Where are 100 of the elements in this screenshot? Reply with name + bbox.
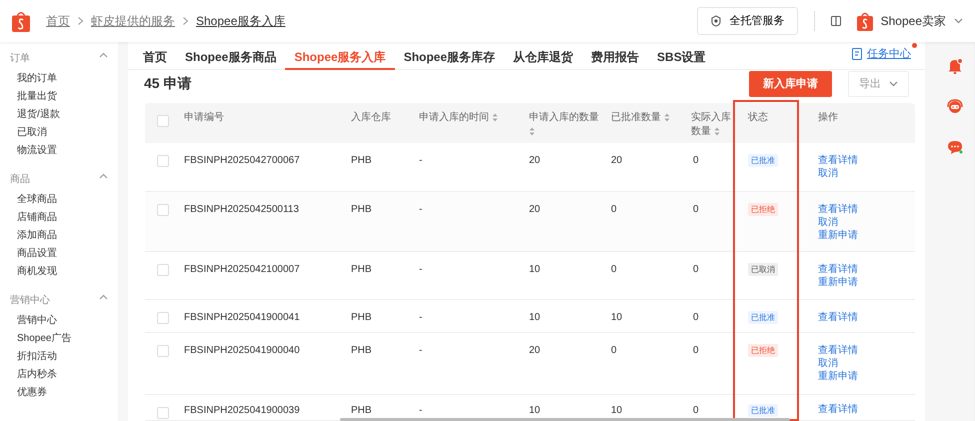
status-tag: 已取消 bbox=[748, 263, 778, 276]
action-link[interactable]: 查看详情 bbox=[818, 403, 903, 416]
tab[interactable]: 从仓库退货 bbox=[504, 42, 582, 70]
new-request-button[interactable]: 新入库申请 bbox=[749, 70, 832, 96]
book-icon[interactable] bbox=[830, 16, 841, 26]
sidebar-item[interactable]: 退货/退款 bbox=[0, 105, 118, 123]
table-cell-text: - bbox=[418, 344, 424, 358]
checkbox[interactable] bbox=[157, 345, 169, 357]
sort-icon[interactable] bbox=[529, 126, 535, 136]
checkbox[interactable] bbox=[157, 115, 169, 127]
table-cell-text: - bbox=[418, 203, 424, 217]
sidebar-section-title: 营销中心 bbox=[10, 294, 50, 307]
chevron-down-icon[interactable] bbox=[954, 18, 963, 24]
table-cell-text: 10 bbox=[610, 404, 624, 418]
action-link[interactable]: 查看详情 bbox=[818, 203, 903, 216]
table-cell-text: FBSINPH2025042100007 bbox=[183, 263, 301, 277]
table-cell-text: 0 bbox=[610, 203, 618, 217]
task-center-link[interactable]: 任务中心 bbox=[852, 46, 911, 62]
breadcrumb-link[interactable]: 虾皮提供的服务 bbox=[91, 12, 175, 30]
sidebar-item[interactable]: 我的订单 bbox=[0, 69, 118, 87]
column-header: 实际入库数量 bbox=[690, 110, 732, 139]
robot-headset-icon[interactable] bbox=[946, 98, 964, 116]
breadcrumb-link[interactable]: Shopee服务入库 bbox=[196, 12, 286, 30]
request-count: 45 申请 bbox=[144, 74, 192, 93]
chevron-up-icon[interactable] bbox=[99, 294, 108, 300]
table-cell-text: 20 bbox=[528, 203, 542, 217]
action-link[interactable]: 重新申请 bbox=[818, 370, 903, 383]
table-cell-text: - bbox=[418, 404, 424, 418]
managed-service-button[interactable]: 全托管服务 bbox=[696, 6, 798, 36]
sidebar-item[interactable]: 已取消 bbox=[0, 123, 118, 141]
table-cell-text: 0 bbox=[692, 203, 700, 217]
tab[interactable]: Shopee服务入库 bbox=[285, 42, 395, 70]
sidebar-item[interactable]: 店铺商品 bbox=[0, 208, 118, 226]
table-cell-text: - bbox=[418, 263, 424, 277]
table-cell-text: FBSINPH2025041900040 bbox=[183, 344, 301, 358]
sort-icon[interactable] bbox=[664, 112, 670, 122]
action-link[interactable]: 取消 bbox=[818, 167, 903, 180]
sidebar-item[interactable]: 批量出货 bbox=[0, 87, 118, 105]
tab[interactable]: SBS设置 bbox=[648, 42, 715, 70]
table-cell-text: 20 bbox=[528, 154, 542, 168]
action-link[interactable]: 查看详情 bbox=[818, 311, 903, 324]
column-header: 申请入库的数量 bbox=[525, 103, 607, 141]
sidebar-item[interactable]: 商机发现 bbox=[0, 262, 118, 280]
horizontal-scrollbar[interactable] bbox=[340, 418, 790, 421]
table-cell-text: 0 bbox=[692, 344, 700, 358]
table-cell-text: PHB bbox=[350, 404, 373, 418]
action-link[interactable]: 取消 bbox=[818, 357, 903, 370]
table-cell-text: 0 bbox=[692, 263, 700, 277]
sidebar-section-title: 订单 bbox=[10, 52, 30, 65]
sidebar-item[interactable]: 全球商品 bbox=[0, 190, 118, 208]
tab[interactable]: Shopee服务库存 bbox=[394, 42, 504, 70]
sidebar-item[interactable]: 优惠券 bbox=[0, 383, 118, 401]
table-cell-text: 0 bbox=[610, 344, 618, 358]
action-link[interactable]: 查看详情 bbox=[818, 263, 903, 276]
table-cell-text: 0 bbox=[692, 311, 700, 325]
table-cell-text: FBSINPH2025041900041 bbox=[183, 311, 301, 325]
action-link[interactable]: 重新申请 bbox=[818, 229, 903, 242]
bell-icon[interactable] bbox=[947, 58, 963, 74]
checkbox[interactable] bbox=[157, 155, 169, 167]
sidebar-item[interactable]: Shopee广告 bbox=[0, 329, 118, 347]
chevron-up-icon[interactable] bbox=[99, 52, 108, 58]
sort-icon[interactable] bbox=[714, 126, 720, 136]
column-header: 已批准数量 bbox=[607, 103, 689, 141]
breadcrumb-link[interactable]: 首页 bbox=[46, 12, 70, 30]
seller-name: Shopee卖家 bbox=[880, 13, 946, 30]
table-cell-text: PHB bbox=[350, 203, 373, 217]
chat-bubble-icon[interactable] bbox=[947, 140, 963, 155]
tab[interactable]: 首页 bbox=[134, 42, 176, 70]
checkbox[interactable] bbox=[157, 312, 169, 324]
action-link[interactable]: 查看详情 bbox=[818, 154, 903, 167]
table-cell-text: 0 bbox=[692, 404, 700, 418]
status-tag: 已拒绝 bbox=[748, 344, 778, 357]
sidebar-item[interactable]: 店内秒杀 bbox=[0, 365, 118, 383]
action-link[interactable]: 取消 bbox=[818, 216, 903, 229]
table-cell-text: FBSINPH2025041900039 bbox=[183, 404, 301, 418]
tab[interactable]: Shopee服务商品 bbox=[176, 42, 286, 70]
sidebar-item[interactable]: 商品设置 bbox=[0, 244, 118, 262]
checkbox[interactable] bbox=[157, 407, 169, 419]
column-header: 入库仓库 bbox=[350, 110, 392, 125]
action-link[interactable]: 重新申请 bbox=[818, 276, 903, 289]
table-cell-text: 10 bbox=[528, 404, 542, 418]
table-cell-text: 10 bbox=[610, 311, 624, 325]
table-cell-text: 0 bbox=[610, 263, 618, 277]
badge-icon bbox=[710, 15, 722, 27]
sidebar-item[interactable]: 添加商品 bbox=[0, 226, 118, 244]
table-cell-text: FBSINPH2025042700067 bbox=[183, 154, 301, 168]
tab[interactable]: 费用报告 bbox=[582, 42, 648, 70]
checkbox[interactable] bbox=[157, 204, 169, 216]
action-link[interactable]: 查看详情 bbox=[818, 344, 903, 357]
chevron-up-icon[interactable] bbox=[99, 173, 108, 179]
table-cell-text: 20 bbox=[528, 344, 542, 358]
sort-icon[interactable] bbox=[492, 112, 498, 122]
sidebar-item[interactable]: 物流设置 bbox=[0, 141, 118, 159]
column-header: 申请编号 bbox=[183, 110, 225, 125]
sidebar-item[interactable]: 营销中心 bbox=[0, 311, 118, 329]
table-cell-text: - bbox=[418, 311, 424, 325]
sidebar-item[interactable]: 折扣活动 bbox=[0, 347, 118, 365]
checkbox[interactable] bbox=[157, 264, 169, 276]
status-tag: 已拒绝 bbox=[748, 203, 778, 216]
chevron-right-icon bbox=[183, 17, 188, 25]
